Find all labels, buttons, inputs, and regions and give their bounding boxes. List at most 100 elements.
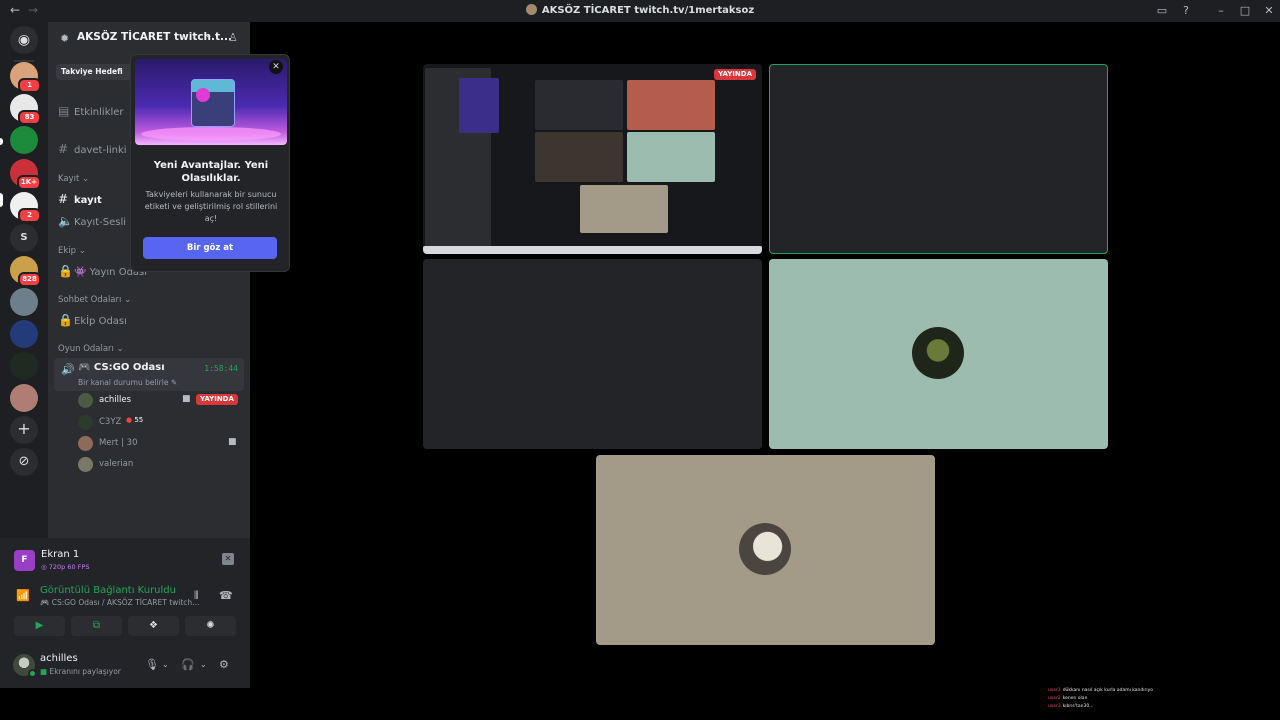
headphones-icon[interactable]: 🎧 xyxy=(181,658,195,671)
voice-member[interactable]: C3YZ ● 55 xyxy=(78,414,238,432)
popover-description: Takviyeleri kullanarak bir sunucu etiket… xyxy=(144,190,278,223)
category-kayit[interactable]: Kayıt ⌄ xyxy=(58,174,89,184)
server-tag-icon: ✹ xyxy=(60,32,70,45)
participant-tile[interactable] xyxy=(596,455,935,645)
camera-icon: ■ xyxy=(182,394,191,404)
server-icon[interactable] xyxy=(10,352,38,380)
server-icon[interactable] xyxy=(10,126,38,154)
voice-channel-csgo[interactable]: 🔊 🎮 CS:GO Odası 1:58:44 Bir kanal durumu… xyxy=(54,358,244,391)
avatar xyxy=(78,436,93,451)
channel-status[interactable]: Bir kanal durumu belirle ✎ xyxy=(78,378,177,387)
voice-member[interactable]: achilles ■ YAYINDA xyxy=(78,392,238,410)
mention-badge: 83 xyxy=(18,110,41,125)
channel-kayit-sesli[interactable]: 🔈Kayıt-Sesli xyxy=(58,214,126,228)
server-icon[interactable] xyxy=(10,288,38,316)
stream-quality: ◎ 720p 60 FPS xyxy=(41,563,90,571)
user-panel: F Ekran 1 ◎ 720p 60 FPS ✕ 📶 Görüntülü Ba… xyxy=(0,538,250,688)
voice-member[interactable]: Mert | 30 ■ xyxy=(78,435,238,453)
add-server-icon[interactable]: + xyxy=(10,416,38,444)
channel-events[interactable]: ▤ Etkinlikler xyxy=(58,104,124,118)
discord-home-icon[interactable]: ◉ xyxy=(10,26,38,54)
screen-thumbnail: F xyxy=(14,550,35,571)
guild-header[interactable]: ✹ AKSÖZ TİCARET twitch.t... ⌄ ♙ xyxy=(48,22,250,54)
speaker-icon: 🔈 xyxy=(58,214,73,228)
title-bar: ← → AKSÖZ TİCARET twitch.tv/1mertaksoz ▭… xyxy=(0,0,1280,22)
server-icon[interactable]: 828 xyxy=(10,256,41,287)
participant-tile[interactable] xyxy=(769,259,1108,449)
server-icon[interactable] xyxy=(10,320,38,348)
activities-button[interactable]: ❖ xyxy=(128,616,179,636)
close-window-icon[interactable]: ✕ xyxy=(1262,4,1276,18)
boost-goal[interactable]: Takviye Hedefi xyxy=(56,64,132,80)
avatar xyxy=(739,523,791,575)
avatar[interactable] xyxy=(13,654,37,678)
mention-badge: 828 xyxy=(18,272,41,287)
camera-icon: ■ xyxy=(228,437,237,447)
chat-message: user2 kenen olan xyxy=(1048,696,1088,701)
discover-icon[interactable]: ⊘ xyxy=(10,448,38,476)
server-icon[interactable]: 1K+ xyxy=(10,159,41,190)
chevron-down-icon[interactable]: ⌄ xyxy=(200,660,207,669)
channel-kayit[interactable]: # kayıt xyxy=(58,192,102,206)
channel-ekip-odasi[interactable]: 🔒Ekİp Odası xyxy=(58,313,127,327)
chevron-down-icon: ⌄ xyxy=(205,31,213,41)
member-badge: ● 55 xyxy=(126,416,144,424)
hashtag-icon: # xyxy=(58,192,69,206)
settings-gear-icon[interactable]: ⚙ xyxy=(219,658,229,671)
lock-icon: 🔒 xyxy=(58,313,73,327)
server-icon[interactable]: 83 xyxy=(10,94,41,125)
screen-share-button[interactable]: ⧉ xyxy=(71,616,122,636)
stream-chat-overlay: user1 dükkanı nasıl açık kurla adamı kand… xyxy=(1046,686,1276,720)
call-timer: 1:58:44 xyxy=(204,364,238,373)
noise-suppression-icon[interactable]: ⫴ xyxy=(194,589,199,603)
stream-tile[interactable]: YAYINDA xyxy=(423,64,762,254)
minimize-icon[interactable]: – xyxy=(1214,4,1228,18)
chevron-down-icon[interactable]: ⌄ xyxy=(162,660,169,669)
promo-illustration xyxy=(135,59,287,145)
user-status: ■ Ekranını paylaşıyor xyxy=(40,667,121,676)
boost-promo-popover: ✕ Yeni Avantajlar. Yeni Olasılıklar. Tak… xyxy=(130,54,290,272)
voice-connection: 📶 Görüntülü Bağlantı Kuruldu 🎮 CS:GO Oda… xyxy=(16,585,233,607)
close-icon[interactable]: ✕ xyxy=(269,60,283,74)
server-favicon-icon xyxy=(525,4,537,15)
channel-davet-linki[interactable]: # davet-linki xyxy=(58,142,127,156)
lock-icon: 🔒 xyxy=(58,264,73,278)
inbox-icon[interactable]: ▭ xyxy=(1155,4,1169,18)
server-icon[interactable]: 1 xyxy=(10,62,41,93)
category-ekip[interactable]: Ekip ⌄ xyxy=(58,246,86,256)
invite-people-icon[interactable]: ♙ xyxy=(228,31,238,44)
help-icon[interactable]: ? xyxy=(1179,4,1193,18)
camera-button[interactable]: ▶ xyxy=(14,616,65,636)
maximize-icon[interactable]: □ xyxy=(1238,4,1252,18)
stop-stream-icon[interactable]: ✕ xyxy=(222,553,234,565)
user-bar: achilles ■ Ekranını paylaşıyor 🎙 ⌄ 🎧 ⌄ ⚙ xyxy=(8,650,242,680)
speaker-active-icon: 🔊 xyxy=(61,363,75,376)
online-status-icon xyxy=(28,669,37,678)
signal-icon[interactable]: 📶 xyxy=(16,589,30,602)
live-badge: YAYINDA xyxy=(196,394,238,405)
category-sohbet[interactable]: Sohbet Odaları ⌄ xyxy=(58,295,131,305)
chat-message: user1 dükkanı nasıl açık kurla adamı kand… xyxy=(1048,688,1154,693)
selected-pip xyxy=(0,193,3,207)
server-icon[interactable] xyxy=(10,384,38,412)
avatar xyxy=(912,327,964,379)
chat-message: user3 kıbrıs'tan30... xyxy=(1048,704,1094,709)
voice-member[interactable]: valerian xyxy=(78,456,238,474)
take-a-look-button[interactable]: Bir göz at xyxy=(143,237,277,259)
stream-preview[interactable]: F Ekran 1 ◎ 720p 60 FPS ✕ xyxy=(8,544,242,576)
avatar xyxy=(78,457,93,472)
mention-badge: 1 xyxy=(18,78,41,93)
server-icon[interactable]: 2 xyxy=(10,192,41,223)
calendar-icon: ▤ xyxy=(58,104,70,118)
popover-title: Yeni Avantajlar. Yeni Olasılıklar. xyxy=(153,160,269,184)
server-icon[interactable]: S xyxy=(10,224,38,252)
microphone-icon[interactable]: 🎙 xyxy=(145,658,159,671)
soundboard-button[interactable]: ✺ xyxy=(185,616,236,636)
hashtag-icon: # xyxy=(58,142,69,156)
category-oyun[interactable]: Oyun Odaları ⌄ xyxy=(58,344,124,354)
participant-tile-speaking[interactable] xyxy=(769,64,1108,254)
disconnect-icon[interactable]: ☎ xyxy=(219,589,233,602)
window-title: AKSÖZ TİCARET twitch.tv/1mertaksoz xyxy=(0,4,1280,16)
participant-tile[interactable] xyxy=(423,259,762,449)
live-badge: YAYINDA xyxy=(714,69,756,80)
